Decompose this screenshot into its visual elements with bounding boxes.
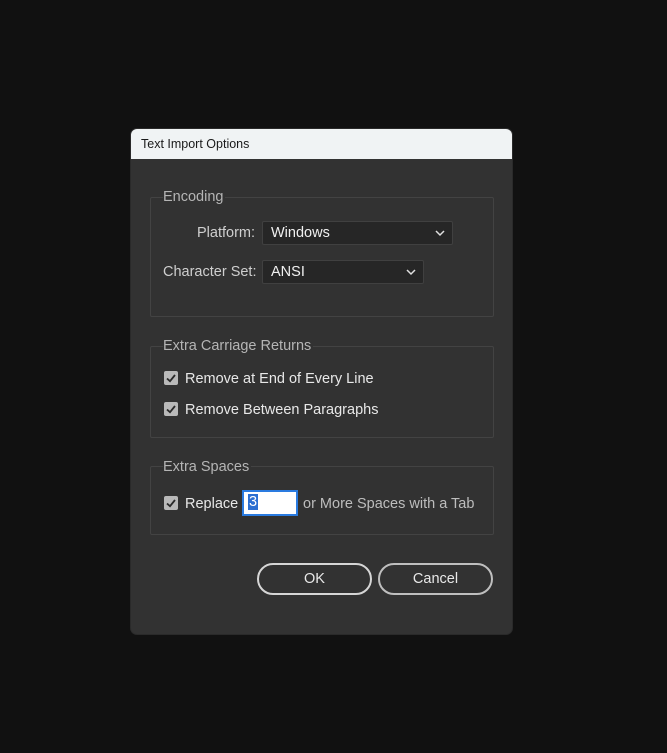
platform-label: Platform:: [197, 225, 256, 241]
chevron-down-icon: [406, 269, 416, 276]
spaces-suffix-label: or More Spaces with a Tab: [303, 496, 475, 512]
spaces-count-value: 3: [248, 494, 259, 510]
extra-spaces-legend: Extra Spaces: [163, 458, 252, 476]
carriage-returns-group: [150, 346, 494, 438]
character-set-select[interactable]: ANSI: [262, 260, 424, 284]
spaces-count-input[interactable]: 3: [242, 490, 298, 516]
remove-end-line-label: Remove at End of Every Line: [185, 371, 374, 387]
remove-end-line-option[interactable]: Remove at End of Every Line: [164, 370, 394, 388]
checkmark-icon: [166, 374, 176, 383]
dialog-title: Text Import Options: [131, 129, 512, 159]
encoding-legend: Encoding: [163, 188, 226, 206]
checkmark-icon: [166, 405, 176, 414]
character-set-select-value: ANSI: [271, 264, 305, 280]
cancel-button[interactable]: Cancel: [378, 563, 493, 595]
remove-between-paragraphs-option[interactable]: Remove Between Paragraphs: [164, 401, 394, 419]
remove-end-line-checkbox[interactable]: [164, 371, 178, 385]
text-import-options-dialog: Text Import Options Encoding Platform: W…: [131, 129, 512, 634]
chevron-down-icon: [435, 230, 445, 237]
remove-between-paragraphs-checkbox[interactable]: [164, 402, 178, 416]
platform-select[interactable]: Windows: [262, 221, 453, 245]
ok-button[interactable]: OK: [257, 563, 372, 595]
checkmark-icon: [166, 499, 176, 508]
remove-between-paragraphs-label: Remove Between Paragraphs: [185, 402, 379, 418]
carriage-returns-legend: Extra Carriage Returns: [163, 337, 314, 355]
character-set-label: Character Set:: [163, 264, 257, 280]
encoding-group: [150, 197, 494, 317]
replace-spaces-checkbox[interactable]: [164, 496, 178, 510]
replace-spaces-label: Replace: [185, 496, 239, 512]
platform-select-value: Windows: [271, 225, 330, 241]
replace-spaces-option[interactable]: Replace: [164, 495, 244, 513]
